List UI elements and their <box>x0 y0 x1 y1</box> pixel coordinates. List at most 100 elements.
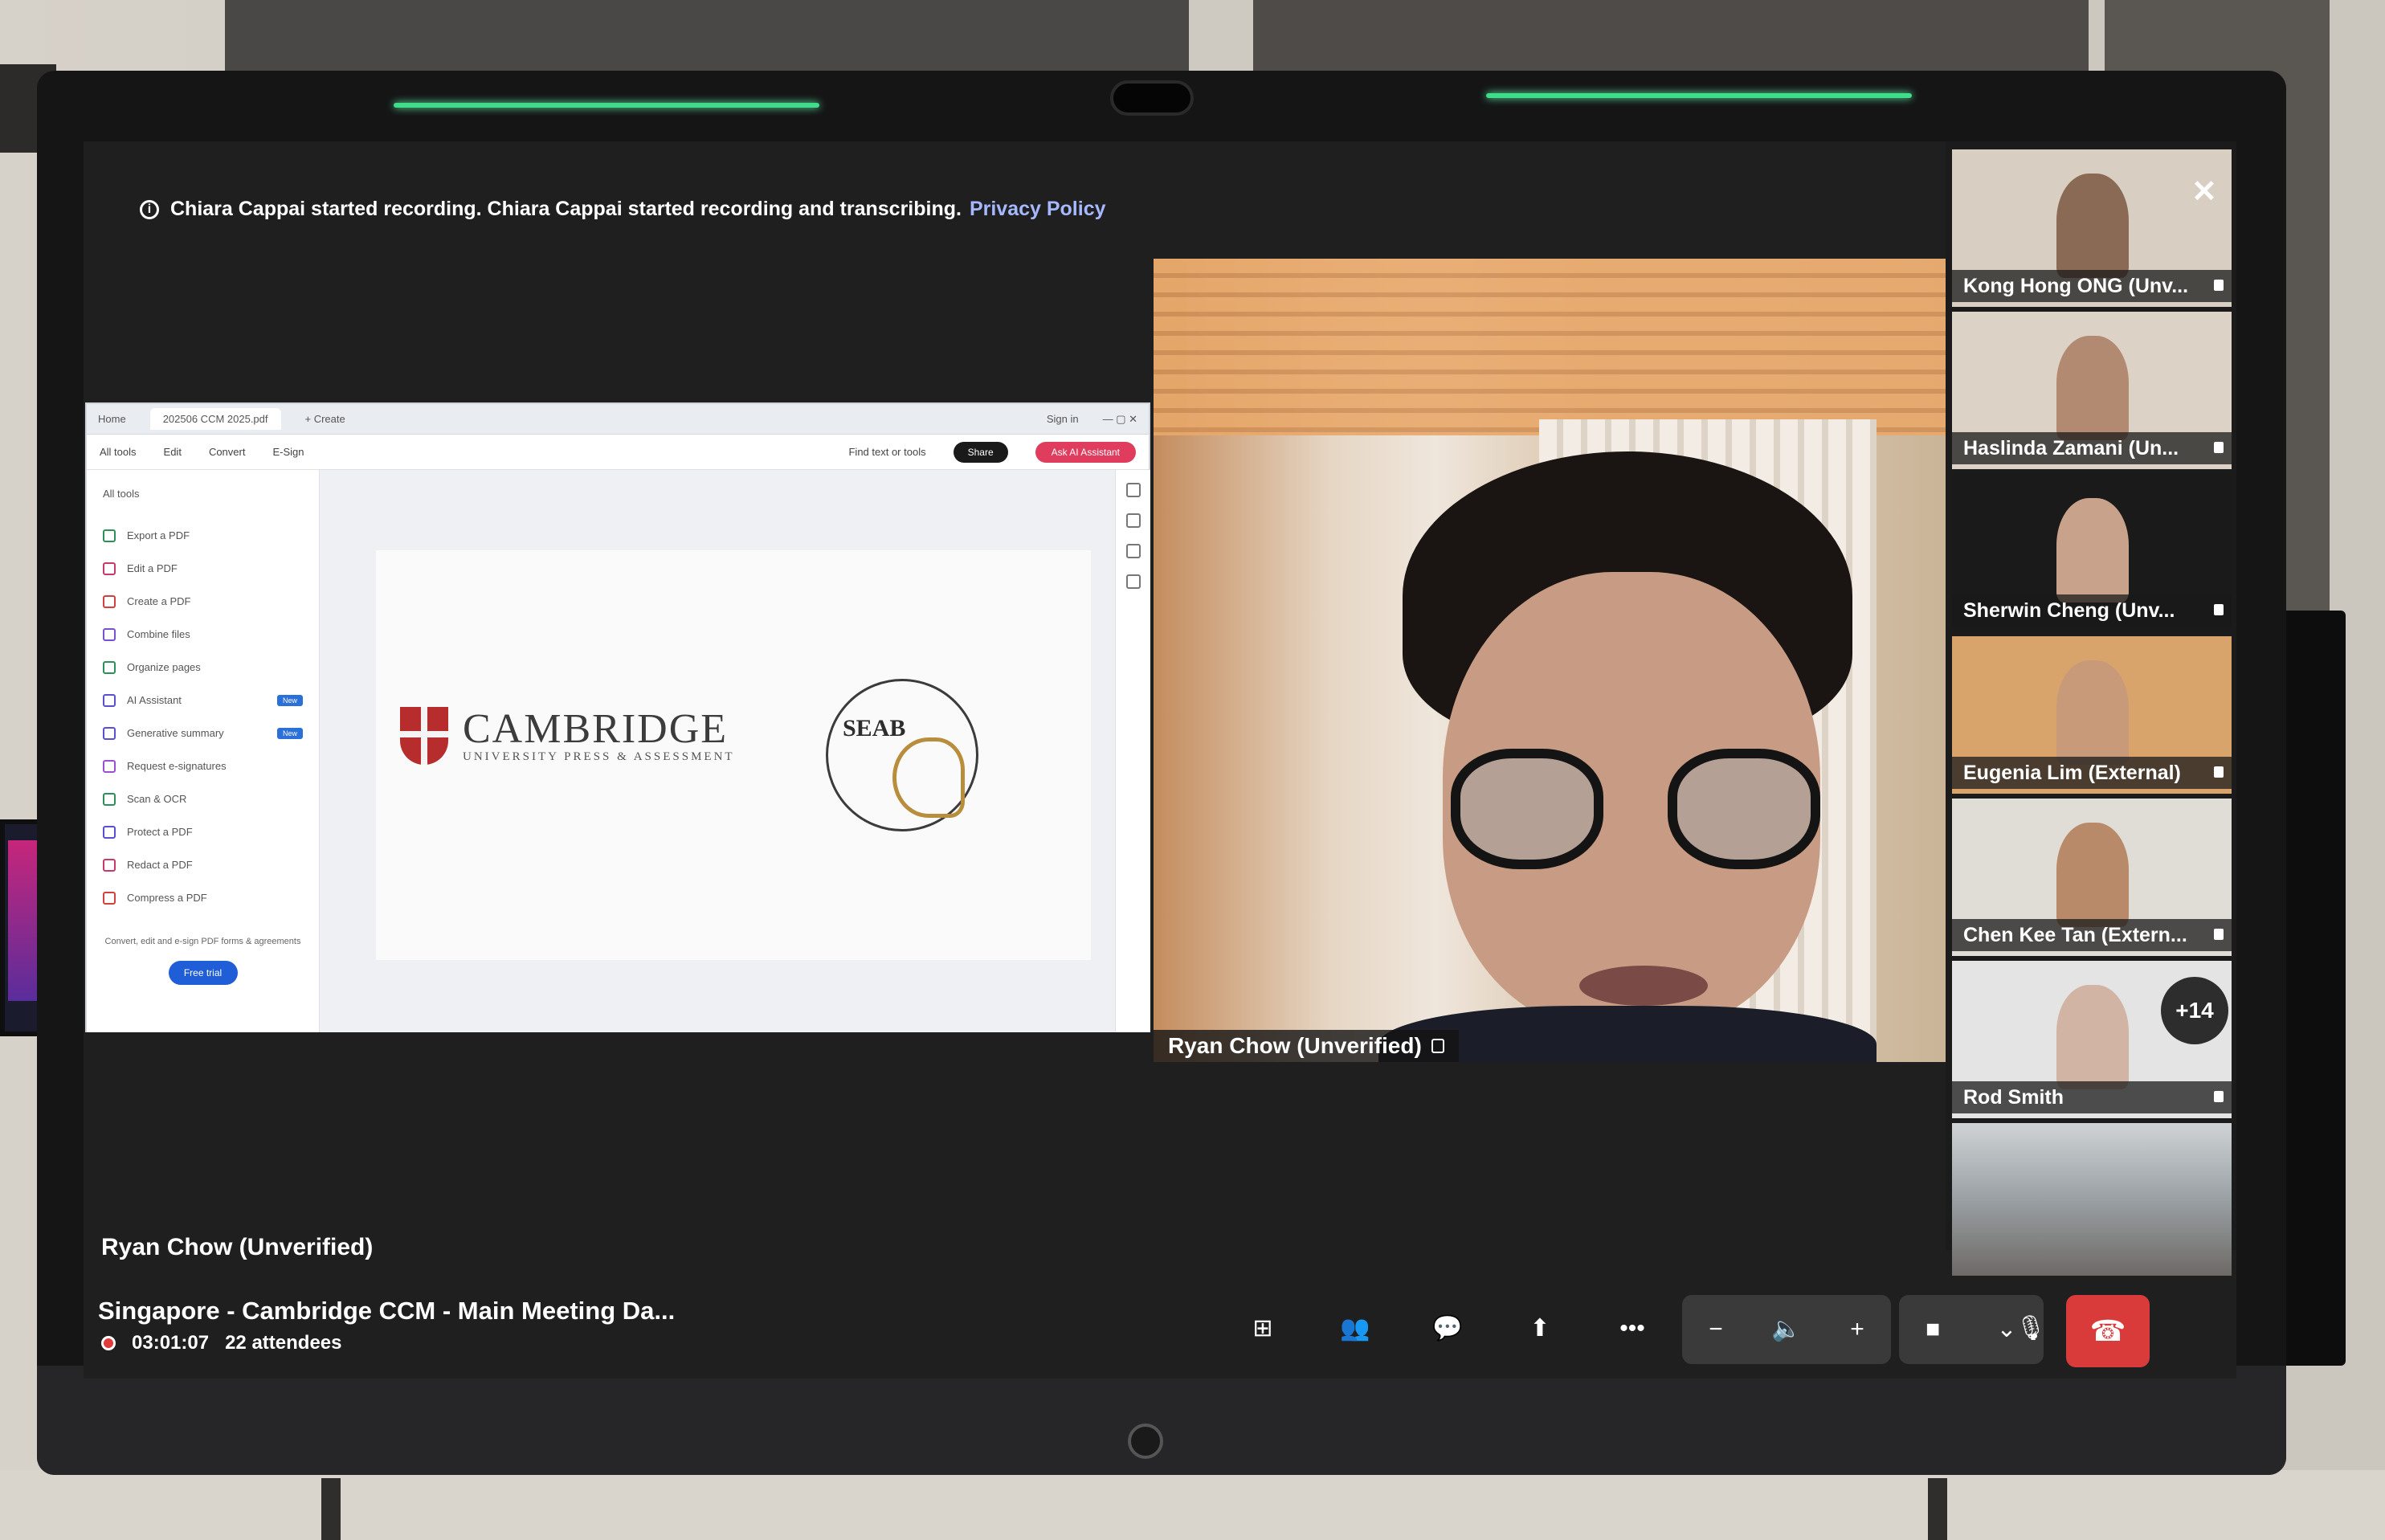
participant-tile[interactable]: Chen Kee Tan (Extern... <box>1952 799 2232 956</box>
participant-tile[interactable]: Kong Hong ONG (Unv... <box>1952 149 2232 307</box>
window-controls[interactable]: — ▢ ✕ <box>1103 413 1137 426</box>
tool-label: Request e-signatures <box>127 760 227 772</box>
tool-icon <box>103 693 116 707</box>
tool-item[interactable]: Request e-signatures <box>103 750 303 782</box>
more-icon[interactable]: ••• <box>1602 1298 1663 1359</box>
close-icon[interactable]: ✕ <box>2191 174 2217 210</box>
new-badge: New <box>276 727 303 739</box>
share-button[interactable]: Share <box>953 441 1008 463</box>
comment-icon[interactable] <box>1125 483 1141 497</box>
participant-tile[interactable]: Sherwin Cheng (Unv... <box>1952 474 2232 631</box>
webcam <box>1110 80 1194 116</box>
wall-panel <box>1253 0 2089 72</box>
meeting-status: 03:01:07 22 attendees <box>101 1332 341 1354</box>
hang-up-button[interactable]: ☎ <box>2066 1295 2150 1367</box>
floor <box>0 1470 2385 1540</box>
tool-item[interactable]: Combine files <box>103 618 303 651</box>
participant-tile[interactable]: Eugenia Lim (External) <box>1952 636 2232 794</box>
ai-assistant-button[interactable]: Ask AI Assistant <box>1035 441 1136 463</box>
sign-in-link[interactable]: Sign in <box>1047 413 1079 425</box>
more-participants-badge[interactable]: +14 <box>2161 977 2228 1044</box>
participant-name: Rod Smith <box>1952 1081 2232 1113</box>
document-canvas[interactable]: CAMBRIDGE UNIVERSITY PRESS & ASSESSMENT … <box>320 470 1115 1032</box>
tool-icon <box>103 562 116 575</box>
chat-icon[interactable]: 💬 <box>1417 1298 1478 1359</box>
participant-tile[interactable]: Haslinda Zamani (Un... <box>1952 312 2232 469</box>
tab-document[interactable]: 202506 CCM 2025.pdf <box>149 408 281 430</box>
participant-name: Sherwin Cheng (Unv... <box>1952 594 2232 627</box>
tool-label: Compress a PDF <box>127 892 207 904</box>
tool-label: AI Assistant <box>127 694 182 706</box>
privacy-policy-link[interactable]: Privacy Policy <box>970 198 1106 220</box>
speaker <box>2281 611 2346 1366</box>
tool-label: Generative summary <box>127 727 224 739</box>
tool-item[interactable]: Compress a PDF <box>103 881 303 914</box>
tools-pane: All tools Export a PDF Edit a PDF Create a… <box>87 470 320 1032</box>
tool-icon <box>103 660 116 674</box>
tool-item[interactable]: Redact a PDF <box>103 848 303 881</box>
tab-home[interactable]: Home <box>98 413 126 425</box>
participant-name: Eugenia Lim (External) <box>1952 757 2232 789</box>
tool-label: Combine files <box>127 628 190 640</box>
participant-tile[interactable]: Rod Smith +14 <box>1952 961 2232 1118</box>
bookmark-icon[interactable] <box>1125 513 1141 528</box>
status-led <box>1486 93 1912 98</box>
room-camera-tile[interactable] <box>1952 1123 2232 1276</box>
window-blind <box>1154 259 1957 435</box>
camera-icon[interactable]: ■ <box>1902 1299 1963 1360</box>
seab-wordmark: SEAB <box>843 715 906 741</box>
tool-item[interactable]: Export a PDF <box>103 519 303 552</box>
shared-screen: Home 202506 CCM 2025.pdf + Create Sign i… <box>85 402 1150 1032</box>
tool-item[interactable]: Protect a PDF <box>103 815 303 848</box>
participant-video <box>2056 660 2129 765</box>
tool-item[interactable]: Organize pages <box>103 651 303 684</box>
recording-icon <box>101 1336 116 1350</box>
tool-label: Edit a PDF <box>127 562 178 574</box>
people-icon[interactable]: 👥 <box>1325 1298 1386 1359</box>
participant-video <box>2056 823 2129 927</box>
find-text-field[interactable]: Find text or tools <box>848 446 925 458</box>
speaker-icon[interactable]: 🔈 <box>1756 1299 1817 1360</box>
volume-up-icon[interactable]: + <box>1827 1299 1888 1360</box>
menu-esign[interactable]: E-Sign <box>272 446 304 458</box>
info-icon: i <box>140 200 159 220</box>
tool-item[interactable]: Create a PDF <box>103 585 303 618</box>
participant-name: Chen Kee Tan (Extern... <box>1952 919 2232 951</box>
mic-status-icon <box>1431 1039 1444 1053</box>
menu-all-tools[interactable]: All tools <box>100 446 137 458</box>
cambridge-wordmark: CAMBRIDGE <box>463 705 729 752</box>
participant-gallery: Kong Hong ONG (Unv... Haslinda Zamani (Un… <box>1946 141 2236 1276</box>
power-button[interactable] <box>1128 1424 1163 1459</box>
tool-icon <box>103 825 116 839</box>
tool-label: Organize pages <box>127 661 201 673</box>
attachment-icon[interactable] <box>1125 574 1141 589</box>
tool-icon <box>103 627 116 641</box>
share-screen-icon[interactable]: ⬆ <box>1509 1298 1570 1359</box>
volume-down-icon[interactable]: − <box>1685 1299 1746 1360</box>
monitor-stand <box>1928 1478 1947 1540</box>
pdf-app-toolbar: All tools Edit Convert E-Sign Find text … <box>87 435 1149 470</box>
participant-video <box>2056 336 2129 440</box>
main-video-feed: Ryan Chow (Unverified) <box>1154 259 1957 1062</box>
participant-name: Kong Hong ONG (Unv... <box>1952 270 2232 302</box>
status-led <box>394 103 819 108</box>
tool-item[interactable]: Generative summary New <box>103 717 303 750</box>
tools-pane-title: All tools <box>103 488 140 500</box>
cambridge-subtitle: UNIVERSITY PRESS & ASSESSMENT <box>463 750 735 763</box>
menu-edit[interactable]: Edit <box>164 446 182 458</box>
tool-icon <box>103 594 116 608</box>
tool-item[interactable]: Scan & OCR <box>103 782 303 815</box>
menu-convert[interactable]: Convert <box>209 446 246 458</box>
monitor-stand <box>321 1478 341 1540</box>
free-trial-button[interactable]: Free trial <box>168 961 238 985</box>
new-badge: New <box>276 694 303 706</box>
pages-icon[interactable] <box>1125 544 1141 558</box>
participant-video <box>2056 498 2129 603</box>
layout-icon[interactable]: ⊞ <box>1232 1298 1293 1359</box>
new-tab-button[interactable]: + Create <box>305 413 345 425</box>
tool-item[interactable]: AI Assistant New <box>103 684 303 717</box>
tool-item[interactable]: Edit a PDF <box>103 552 303 585</box>
tool-rail <box>1115 470 1150 1032</box>
promo-text: Convert, edit and e-sign PDF forms & agr… <box>104 937 301 946</box>
microphone-icon[interactable]: 🎙 <box>2000 1298 2061 1359</box>
